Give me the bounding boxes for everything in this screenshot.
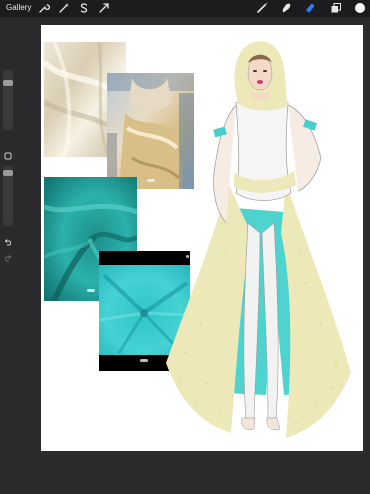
top-toolbar: Gallery (0, 0, 370, 17)
modify-square-icon[interactable] (4, 152, 12, 160)
opacity-knob[interactable] (3, 170, 13, 176)
eraser-icon[interactable] (305, 2, 317, 14)
selection-s-icon[interactable] (78, 2, 90, 14)
brush-size-knob[interactable] (3, 80, 13, 86)
image-handle[interactable] (140, 359, 148, 362)
brush-size-slider[interactable] (3, 70, 13, 130)
opacity-slider[interactable] (3, 166, 13, 226)
drawing-canvas[interactable] (41, 25, 363, 451)
transform-arrow-icon[interactable] (98, 2, 110, 14)
fashion-figure-illustration (156, 33, 361, 443)
wrench-icon[interactable] (38, 2, 50, 14)
gallery-button[interactable]: Gallery (6, 3, 31, 12)
image-handle[interactable] (147, 179, 155, 182)
brush-icon[interactable] (256, 2, 268, 14)
undo-icon[interactable] (4, 238, 12, 246)
redo-icon[interactable] (4, 254, 12, 262)
smudge-icon[interactable] (280, 2, 292, 14)
color-circle[interactable] (354, 2, 366, 14)
magic-wand-icon[interactable] (58, 2, 70, 14)
layers-icon[interactable] (330, 2, 342, 14)
image-handle[interactable] (87, 289, 95, 292)
left-sidebar (1, 70, 16, 270)
